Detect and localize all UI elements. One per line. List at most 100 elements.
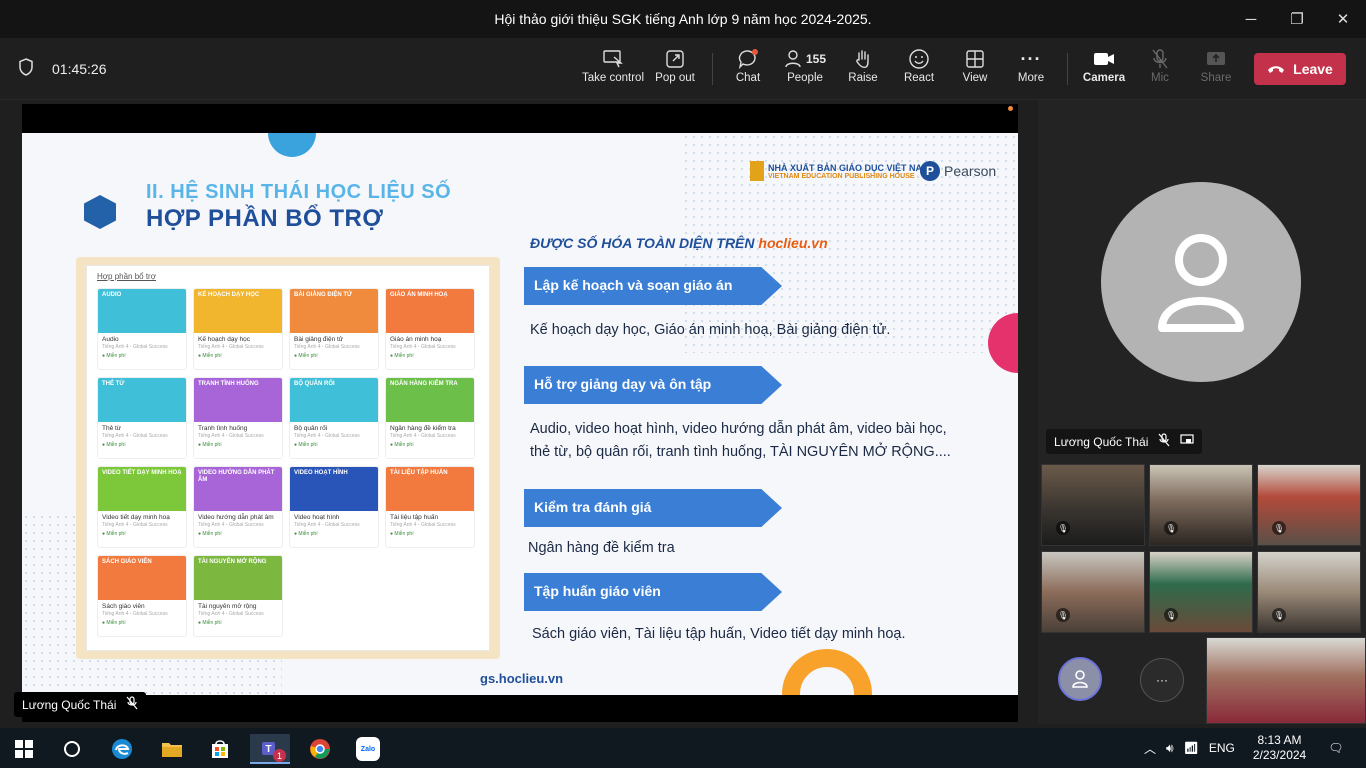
clock[interactable]: 8:13 AM 2/23/2024 — [1253, 733, 1306, 763]
resource-name: Video hướng dẫn phát âm — [198, 514, 274, 521]
resource-name: Giáo án minh hoạ — [390, 336, 442, 343]
resource-card[interactable]: BỘ QUÂN RỐI Bộ quân rối Tiếng Anh 4 - Glob… — [289, 377, 379, 459]
network-icon[interactable]: 📶︎ — [1184, 741, 1199, 755]
resource-subtext: Tiếng Anh 4 - Global Success — [198, 522, 264, 528]
resource-card[interactable]: SÁCH GIÁO VIÊN Sách giáo viên Tiếng Anh 4 … — [97, 555, 187, 637]
resource-card[interactable]: VIDEO HƯỚNG DẪN PHÁT ÂM Video hướng dẫn p… — [193, 466, 283, 548]
pop-out-button[interactable]: Pop out — [644, 46, 706, 92]
resource-thumbnail: THẺ TỪ — [98, 378, 186, 422]
close-button[interactable]: ✕ — [1320, 0, 1366, 38]
resource-free-label: ● Miễn phí — [390, 531, 414, 537]
resource-card[interactable]: AUDIO Audio Tiếng Anh 4 - Global Success ● … — [97, 288, 187, 370]
window-title: Hội thảo giới thiệu SGK tiếng Anh lớp 9 … — [494, 11, 872, 27]
mic-off-icon: 🎙 — [1164, 521, 1178, 535]
mic-off-icon: 🎙 — [1056, 521, 1070, 535]
resource-free-label: ● Miễn phí — [102, 442, 126, 448]
resource-card[interactable]: BÀI GIẢNG ĐIỆN TỬ Bài giảng điện tử Tiếng … — [289, 288, 379, 370]
slide-footer-url: gs.hoclieu.vn — [480, 671, 564, 686]
raise-label: Raise — [848, 72, 878, 84]
publisher-emblem-icon — [750, 161, 764, 181]
resource-thumbnail: TÀI LIỆU TẬP HUẤN — [386, 467, 474, 511]
participant-video[interactable]: 🎙 — [1257, 464, 1361, 546]
participant-video[interactable]: 🎙 — [1149, 551, 1253, 633]
file-explorer-icon[interactable] — [152, 734, 192, 764]
resource-tag: TÀI LIỆU TẬP HUẤN — [390, 470, 448, 476]
mic-off-icon: 🎙 — [1272, 608, 1286, 622]
edge-browser-icon[interactable] — [102, 734, 142, 764]
item-desc-teaching: Audio, video hoạt hình, video hướng dẫn … — [530, 421, 947, 437]
teams-icon[interactable]: T 1 — [250, 734, 290, 764]
resource-free-label: ● Miễn phí — [294, 531, 318, 537]
chevron-up-icon[interactable]: ︿ — [1144, 740, 1156, 757]
resource-thumbnail: TÀI NGUYÊN MỞ RỘNG — [194, 556, 282, 600]
resource-free-label: ● Miễn phí — [294, 442, 318, 448]
volume-icon[interactable]: 🔊︎ — [1166, 741, 1174, 756]
resource-tag: VIDEO TIẾT DẠY MINH HOẠ — [102, 470, 182, 476]
store-icon[interactable] — [200, 734, 240, 764]
zalo-icon[interactable]: Zalo — [348, 734, 388, 764]
notification-icon[interactable]: 🗨︎ — [1328, 741, 1343, 755]
decor-ring-orange — [782, 649, 872, 695]
participant-video[interactable]: 🎙 — [1149, 464, 1253, 546]
search-circle-icon[interactable] — [52, 734, 92, 764]
windows-start-icon[interactable] — [4, 734, 44, 764]
share-icon — [1206, 46, 1226, 72]
resource-card[interactable]: VIDEO HOẠT HÌNH Video hoạt hình Tiếng Anh … — [289, 466, 379, 548]
resource-card[interactable]: GIÁO ÁN MINH HOẠ Giáo án minh hoạ Tiếng An… — [385, 288, 475, 370]
people-button[interactable]: 155 People — [774, 46, 836, 92]
take-control-icon — [602, 46, 624, 72]
zalo-label: Zalo — [356, 737, 380, 761]
resource-thumbnail: KẾ HOẠCH DẠY HỌC — [194, 289, 282, 333]
resource-card[interactable]: TRANH TÌNH HUỐNG Tranh tình huống Tiếng An… — [193, 377, 283, 459]
participant-video[interactable]: 🎙 — [1041, 551, 1145, 633]
react-button[interactable]: React — [888, 46, 950, 92]
participant-avatar[interactable] — [1101, 182, 1301, 382]
item-desc-planning: Kế hoạch dạy học, Giáo án minh hoạ, Bài … — [530, 322, 891, 338]
resource-thumbnail: BÀI GIẢNG ĐIỆN TỬ — [290, 289, 378, 333]
resource-subtext: Tiếng Anh 4 - Global Success — [390, 344, 456, 350]
participant-video[interactable]: 🎙 — [1041, 464, 1145, 546]
toolbar-divider — [1067, 53, 1068, 85]
resource-subtext: Tiếng Anh 4 - Global Success — [198, 611, 264, 617]
chrome-icon[interactable] — [300, 734, 340, 764]
more-label: More — [1017, 72, 1045, 84]
clock-time: 8:13 AM — [1257, 733, 1302, 747]
publisher-logo: NHÀ XUẤT BẢN GIÁO DỤC VIỆT NAM VIETNAM E… — [750, 161, 930, 181]
resource-thumbnail: SÁCH GIÁO VIÊN — [98, 556, 186, 600]
resource-card[interactable]: TÀI LIỆU TẬP HUẤN Tài liệu tập huấn Tiếng … — [385, 466, 475, 548]
resource-thumbnail: GIÁO ÁN MINH HOẠ — [386, 289, 474, 333]
take-control-button[interactable]: Take control — [582, 46, 644, 92]
self-video[interactable] — [1206, 637, 1366, 724]
raise-hand-button[interactable]: Raise — [832, 46, 894, 92]
presentation-slide: II. HỆ SINH THÁI HỌC LIỆU SỐ HỢP PHẦN BỔ… — [22, 133, 1018, 695]
resource-card[interactable]: VIDEO TIẾT DẠY MINH HOẠ Video tiết dạy mi… — [97, 466, 187, 548]
view-button[interactable]: View — [944, 46, 1006, 92]
participant-avatar-small[interactable] — [1058, 657, 1102, 701]
resource-card[interactable]: KẾ HOẠCH DẠY HỌC Kế hoạch dạy học Tiếng An… — [193, 288, 283, 370]
share-button[interactable]: Share — [1185, 46, 1247, 92]
leave-button[interactable]: Leave — [1254, 53, 1346, 85]
resource-card[interactable]: NGÂN HÀNG KIỂM TRA Ngân hàng đề kiểm tra T… — [385, 377, 475, 459]
more-button[interactable]: ··· More — [1000, 46, 1062, 92]
resource-card[interactable]: THẺ TỪ Thẻ từ Tiếng Anh 4 - Global Success… — [97, 377, 187, 459]
mic-button[interactable]: Mic — [1129, 46, 1191, 92]
share-label: Share — [1200, 72, 1232, 84]
input-language[interactable]: ENG — [1209, 741, 1235, 755]
minimize-button[interactable]: ─ — [1228, 0, 1274, 38]
camera-label: Camera — [1082, 72, 1126, 84]
camera-icon — [1093, 46, 1115, 72]
hand-icon — [854, 46, 872, 72]
phone-hangup-icon — [1267, 61, 1285, 77]
publisher-name-en: VIETNAM EDUCATION PUBLISHING HOUSE — [768, 172, 915, 180]
camera-button[interactable]: Camera — [1073, 46, 1135, 92]
participant-video[interactable]: 🎙 — [1257, 551, 1361, 633]
item-heading-teaching: Hỗ trợ giảng dạy và ôn tập — [524, 366, 782, 404]
chat-button[interactable]: Chat — [717, 46, 779, 92]
publisher-name: NHÀ XUẤT BẢN GIÁO DỤC VIỆT NAM — [768, 162, 930, 173]
people-label: People — [787, 72, 823, 84]
more-participants-button[interactable]: ··· — [1140, 658, 1184, 702]
resource-free-label: ● Miễn phí — [102, 531, 126, 537]
panel-header: Hợp phần bổ trợ — [97, 272, 156, 281]
resource-card[interactable]: TÀI NGUYÊN MỞ RỘNG Tài nguyên mở rộng Tiến… — [193, 555, 283, 637]
maximize-button[interactable]: ❐ — [1274, 0, 1320, 38]
